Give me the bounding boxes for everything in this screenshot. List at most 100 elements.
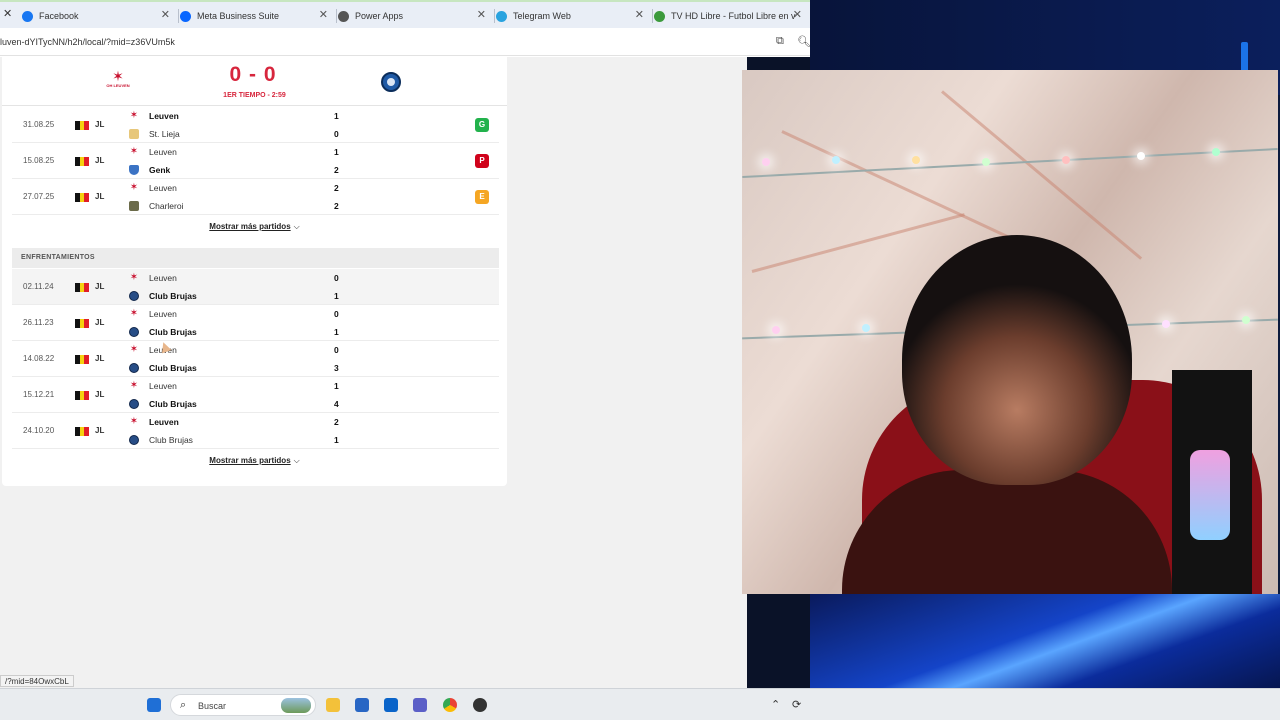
obs-icon[interactable] (473, 698, 487, 712)
home-team-name: Leuven (149, 147, 177, 157)
match-row[interactable]: 14.08.22 JL ✶ Leuven 0 Club Brujas 3 (12, 341, 499, 377)
away-team-score: 4 (334, 399, 339, 409)
result-badge: G (475, 118, 489, 132)
match-row[interactable]: 15.12.21 JL ✶ Leuven 1 Club Brujas 4 (12, 377, 499, 413)
match-date: 15.08.25 (23, 156, 55, 165)
result-badge: E (475, 190, 489, 204)
install-app-icon[interactable]: ⧉ (776, 35, 784, 48)
close-icon[interactable]: ✕ (635, 8, 644, 21)
overlay-background-bottom (810, 594, 1280, 688)
chevron-up-icon[interactable]: ⌃ (771, 698, 780, 711)
away-team-logo (129, 399, 139, 409)
away-team-name: St. Lieja (149, 129, 180, 139)
away-team-line: Club Brujas 1 (129, 289, 369, 303)
competition-label: JL (95, 426, 105, 435)
tab-title: Power Apps (355, 11, 404, 21)
match-row[interactable]: 27.07.25 JL ✶ Leuven 2 Charleroi 2 E (12, 179, 499, 215)
chrome-icon[interactable] (443, 698, 457, 712)
belgium-flag-icon (75, 319, 90, 328)
url-text[interactable]: luven-dYITycNN/h2h/local/?mid=z36VUm5k (0, 37, 175, 47)
away-team-logo (129, 165, 139, 175)
away-team-name: Club Brujas (149, 363, 197, 373)
away-team-score: 1 (334, 435, 339, 445)
sync-icon[interactable]: ⟳ (792, 698, 801, 711)
away-team-line: St. Lieja 0 (129, 127, 369, 141)
close-icon[interactable]: ✕ (477, 8, 486, 21)
status-url: /?mid=84OwxCbL (0, 675, 74, 687)
match-row[interactable]: 02.11.24 JL ✶ Leuven 0 Club Brujas 1 (12, 269, 499, 305)
store-icon[interactable] (355, 698, 369, 712)
close-icon[interactable]: ✕ (793, 8, 802, 21)
away-team-line: Genk 2 (129, 163, 369, 177)
result-badge: P (475, 154, 489, 168)
home-team-name: Leuven (149, 381, 177, 391)
competition-label: JL (95, 156, 105, 165)
tab-title: Facebook (39, 11, 79, 21)
away-team-logo (129, 291, 139, 301)
home-team-name: Leuven (149, 183, 177, 193)
home-team-logo[interactable]: ✶ OH LEUVEN (103, 69, 133, 95)
home-team-logo: ✶ (129, 182, 139, 193)
away-team-logo[interactable] (381, 72, 401, 92)
match-row[interactable]: 24.10.20 JL ✶ Leuven 2 Club Brujas 1 (12, 413, 499, 449)
marble-vein (751, 213, 965, 273)
close-icon[interactable]: ✕ (319, 8, 328, 21)
match-row[interactable]: 26.11.23 JL ✶ Leuven 0 Club Brujas 1 (12, 305, 499, 341)
browser-tab[interactable]: Facebook ✕ (22, 4, 174, 28)
home-team-logo: ✶ (129, 272, 139, 283)
outlook-icon[interactable] (384, 698, 398, 712)
home-team-score: 1 (334, 381, 339, 391)
search-icon: ⌕ (180, 699, 187, 711)
light-bulb (762, 158, 770, 166)
show-more-h2h-link[interactable]: Mostrar más partidos ⌵ (2, 456, 507, 466)
search-placeholder: Buscar (198, 701, 227, 711)
taskbar-search[interactable]: ⌕ Buscar (170, 694, 316, 716)
away-team-name: Club Brujas (149, 291, 197, 301)
away-team-score: 2 (334, 201, 339, 211)
search-highlight-image (281, 698, 311, 713)
home-team-score: 0 (334, 273, 339, 283)
browser-tab[interactable]: Power Apps ✕ (338, 4, 490, 28)
belgium-flag-icon (75, 427, 90, 436)
home-team-score: 0 (334, 345, 339, 355)
close-icon[interactable]: ✕ (3, 7, 12, 20)
belgium-flag-icon (75, 193, 90, 202)
competition-label: JL (95, 282, 105, 291)
away-team-score: 2 (334, 165, 339, 175)
match-row[interactable]: 15.08.25 JL ✶ Leuven 1 Genk 2 P (12, 143, 499, 179)
marble-vein (941, 90, 1143, 260)
zoom-icon[interactable]: 🔍︎ (797, 35, 810, 48)
away-team-name: Charleroi (149, 201, 184, 211)
chevron-down-icon: ⌵ (293, 222, 300, 231)
away-team-logo (129, 435, 139, 445)
close-icon[interactable]: ✕ (161, 8, 170, 21)
away-team-line: Club Brujas 1 (129, 433, 369, 447)
show-more-label: Mostrar más partidos (209, 222, 291, 231)
away-team-score: 1 (334, 327, 339, 337)
home-team-score: 1 (334, 111, 339, 121)
competition-label: JL (95, 354, 105, 363)
belgium-flag-icon (75, 157, 90, 166)
home-team-line: ✶ Leuven 2 (129, 181, 369, 195)
browser-tab[interactable]: Meta Business Suite ✕ (180, 4, 332, 28)
away-team-score: 1 (334, 291, 339, 301)
browser-tab[interactable]: Telegram Web ✕ (496, 4, 648, 28)
home-team-name: Leuven (149, 417, 179, 427)
match-row[interactable]: 31.08.25 JL ✶ Leuven 1 St. Lieja 0 G (12, 107, 499, 143)
tab-separator (652, 9, 653, 23)
home-team-logo: ✶ (129, 344, 139, 355)
teams-icon[interactable] (413, 698, 427, 712)
away-team-line: Charleroi 2 (129, 199, 369, 213)
file-explorer-icon[interactable] (326, 698, 340, 712)
away-team-name: Club Brujas (149, 327, 197, 337)
browser-window: ✕ Facebook ✕ Meta Business Suite ✕ Power App… (0, 0, 810, 688)
address-bar[interactable]: luven-dYITycNN/h2h/local/?mid=z36VUm5k ⧉… (0, 28, 810, 56)
windows-start-icon[interactable] (147, 698, 161, 712)
browser-tab[interactable]: TV HD Libre - Futbol Libre en v ✕ (654, 4, 806, 28)
facebook-icon (22, 10, 33, 22)
away-team-logo (129, 327, 139, 337)
match-period: 1ER TIEMPO - 2:59 (223, 92, 286, 99)
home-team-score: 2 (334, 183, 339, 193)
show-more-recent-link[interactable]: Mostrar más partidos ⌵ (2, 222, 507, 232)
home-logo-caption: OH LEUVEN (106, 83, 130, 88)
